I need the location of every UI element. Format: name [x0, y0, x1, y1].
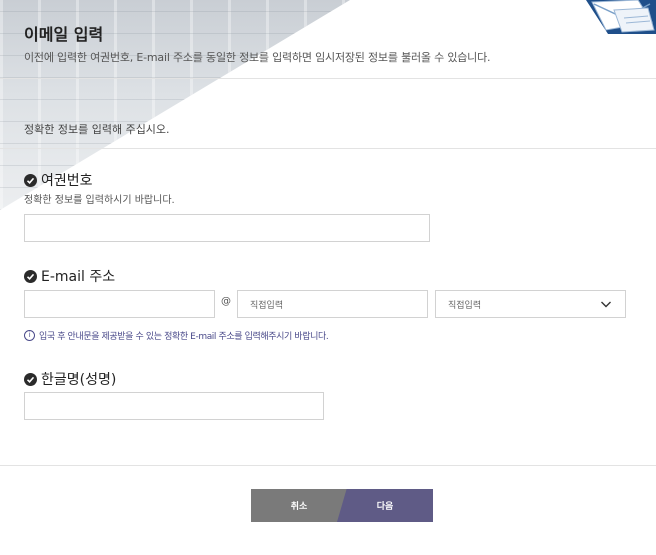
divider-top	[0, 78, 656, 79]
passport-help-text: 정확한 정보를 입력하시기 바랍니다.	[24, 195, 175, 206]
email-info-line: i 입국 후 안내문을 제공받을 수 있는 정확한 E-mail 주소를 입력해…	[24, 329, 329, 342]
passport-input[interactable]	[24, 214, 430, 242]
email-label: E-mail 주소	[24, 266, 115, 286]
check-circle-icon	[24, 372, 37, 386]
name-label-text: 한글명(성명)	[41, 372, 117, 388]
check-circle-icon	[24, 173, 37, 187]
name-label: 한글명(성명)	[24, 369, 116, 389]
email-label-text: E-mail 주소	[41, 269, 116, 285]
divider-notice	[0, 148, 656, 149]
email-domain-placeholder: 직접입력	[250, 300, 284, 311]
email-domain-select[interactable]: 직접입력	[435, 290, 626, 318]
page-subtitle: 이전에 입력한 여권번호, E-mail 주소를 동일한 정보를 입력하면 임시…	[24, 51, 491, 64]
at-symbol: @	[221, 296, 231, 307]
korean-name-input[interactable]	[24, 392, 324, 420]
cancel-button[interactable]: 취소	[251, 489, 347, 522]
passport-label: 여권번호	[24, 170, 93, 190]
email-domain-input[interactable]: 직접입력	[237, 290, 428, 318]
email-info-text: 입국 후 안내문을 제공받을 수 있는 정확한 E-mail 주소를 입력해주시…	[39, 332, 329, 342]
email-domain-select-value: 직접입력	[448, 300, 482, 311]
notice-text: 정확한 정보를 입력해 주십시오.	[24, 123, 170, 136]
info-circle-icon: i	[24, 330, 35, 341]
page-title: 이메일 입력	[24, 25, 104, 44]
next-button[interactable]: 다음	[337, 489, 433, 522]
email-local-input[interactable]	[24, 290, 215, 318]
divider-bottom	[0, 465, 656, 466]
chevron-down-icon	[601, 301, 611, 308]
passport-label-text: 여권번호	[41, 173, 93, 189]
envelope-icon	[586, 0, 656, 34]
check-circle-icon	[24, 269, 37, 283]
